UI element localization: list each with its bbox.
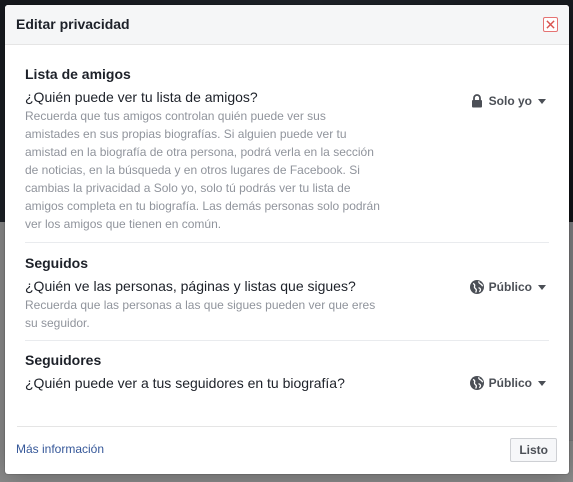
audience-selector-friends-list[interactable]: Solo yo (469, 93, 546, 109)
more-info-link[interactable]: Más información (16, 442, 104, 456)
chevron-down-icon (538, 380, 546, 386)
chevron-down-icon (538, 284, 546, 290)
section-title: Seguidos (25, 255, 89, 271)
section-title: Seguidores (25, 352, 102, 368)
globe-icon (469, 375, 485, 391)
chevron-down-icon (538, 98, 546, 104)
section-description: Recuerda que tus amigos controlan quién … (25, 109, 380, 231)
dialog-body: Lista de amigos ¿Quién puede ver tu list… (25, 45, 549, 426)
done-button[interactable]: Listo (510, 438, 557, 462)
audience-selector-followers[interactable]: Público (469, 375, 546, 391)
audience-label: Público (488, 376, 532, 390)
dialog-footer: Más información Listo (5, 426, 569, 474)
section-description: Recuerda que las personas a las que sigu… (25, 298, 376, 330)
privacy-dialog: Editar privacidad Lista de amigos ¿Quién… (5, 5, 569, 474)
section-friends-list: Lista de amigos ¿Quién puede ver tu list… (25, 45, 549, 243)
lock-icon (469, 93, 485, 109)
dialog-header: Editar privacidad (5, 5, 569, 45)
audience-selector-following[interactable]: Público (469, 279, 546, 295)
close-icon (546, 20, 555, 29)
section-title: Lista de amigos (25, 66, 131, 82)
section-following: Seguidos ¿Quién ve las personas, páginas… (25, 243, 549, 341)
close-button[interactable] (543, 17, 558, 32)
audience-label: Público (488, 280, 532, 294)
globe-icon (469, 279, 485, 295)
audience-label: Solo yo (488, 94, 532, 108)
footer-divider (17, 426, 557, 427)
dialog-title: Editar privacidad (16, 16, 130, 32)
section-followers: Seguidores ¿Quién puede ver a tus seguid… (25, 341, 549, 426)
